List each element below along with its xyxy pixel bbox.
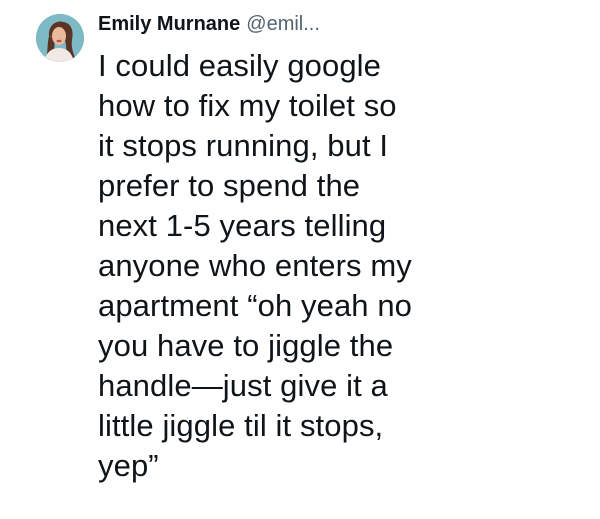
profile-photo-icon [36,14,84,62]
tweet-text-line: how to fix my toilet so [98,88,397,123]
tweet-text-line: anyone who enters my [98,248,412,283]
tweet-card: Emily Murnane @emil... I could easily go… [0,0,600,519]
tweet-text: I could easily google how to fix my toil… [98,46,538,486]
avatar[interactable] [36,14,84,62]
tweet-text-line: handle—just give it a [98,368,388,403]
user-handle[interactable]: @emil... [246,13,320,36]
display-name[interactable]: Emily Murnane [98,13,240,36]
tweet-text-line: it stops running, but I [98,128,389,163]
tweet-text-line: I could easily google [98,48,382,83]
tweet-text-line: little jiggle til it stops, [98,408,384,443]
tweet-text-line: apartment “oh yeah no [98,288,413,323]
tweet-text-line: next 1-5 years telling [98,208,387,243]
tweet-text-line: prefer to spend the [98,168,361,203]
tweet-header: Emily Murnane @emil... [98,13,320,43]
tweet-text-line: yep” [98,448,159,483]
tweet-text-line: you have to jiggle the [98,328,394,363]
